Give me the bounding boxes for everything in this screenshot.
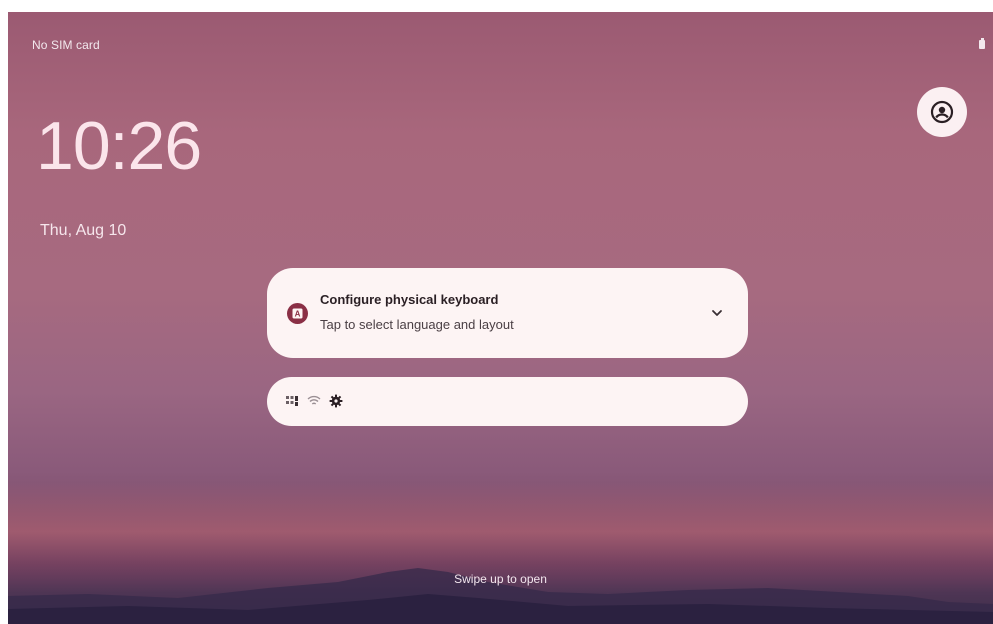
keyboard-notification[interactable]: A Configure physical keyboard Tap to sel… — [267, 268, 748, 358]
apps-grid-icon — [286, 396, 298, 406]
lock-date: Thu, Aug 10 — [40, 222, 127, 239]
notification-title: Configure physical keyboard — [320, 292, 499, 307]
user-switcher-button[interactable] — [917, 87, 967, 137]
expand-notification-button[interactable] — [705, 301, 729, 325]
shelf-icon-row — [285, 394, 343, 408]
keyboard-app-icon: A — [287, 303, 308, 324]
swipe-up-hint: Swipe up to open — [454, 572, 547, 586]
notification-shelf[interactable] — [267, 377, 748, 426]
battery-icon — [979, 38, 985, 49]
chevron-down-icon — [712, 310, 722, 316]
wifi-icon — [307, 395, 321, 405]
settings-gear-icon — [329, 394, 343, 408]
carrier-status: No SIM card — [32, 38, 100, 52]
svg-text:A: A — [295, 310, 301, 319]
mountain-silhouette — [8, 568, 993, 624]
lock-screen[interactable]: No SIM card 10:26 Thu, Aug 10 A Configur… — [8, 12, 993, 624]
lock-clock: 10:26 — [36, 108, 202, 184]
account-circle-icon — [930, 100, 954, 124]
notification-text: Tap to select language and layout — [320, 317, 514, 332]
